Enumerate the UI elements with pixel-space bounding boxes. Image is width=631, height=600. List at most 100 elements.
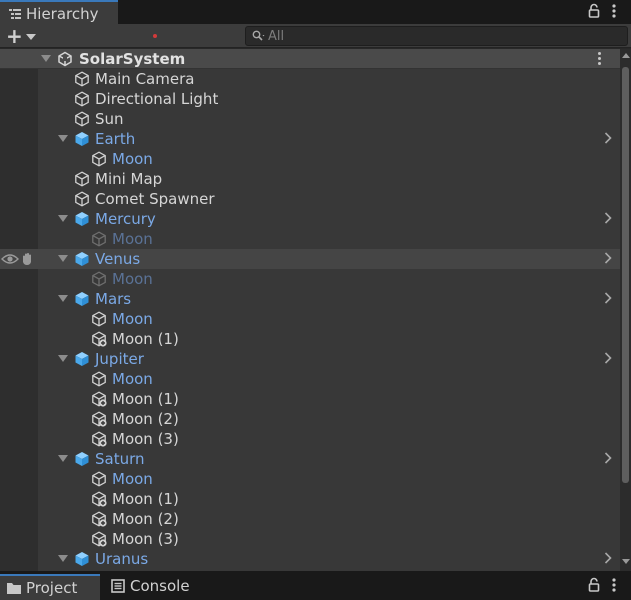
row-label: Moon <box>112 270 153 288</box>
hierarchy-row[interactable]: Moon (1) <box>0 389 620 409</box>
scroll-thumb[interactable] <box>622 67 629 483</box>
inactive-cube-icon <box>91 231 107 247</box>
tab-console-label: Console <box>130 577 190 595</box>
kebab-menu-icon[interactable] <box>611 3 617 21</box>
hierarchy-row[interactable]: Moon <box>0 149 620 169</box>
hierarchy-row[interactable]: Moon (1) <box>0 329 620 349</box>
chevron-right-icon[interactable] <box>604 131 612 149</box>
row-label: Moon (1) <box>112 490 179 508</box>
visibility-eye-icon[interactable] <box>1 252 19 266</box>
hierarchy-row[interactable]: Moon (1) <box>0 489 620 509</box>
row-label: Sun <box>95 110 124 128</box>
chevron-right-icon[interactable] <box>604 291 612 309</box>
hierarchy-toolbar: + <box>0 24 631 48</box>
hierarchy-row[interactable]: Earth <box>0 129 620 149</box>
fold-arrow-icon[interactable] <box>58 455 68 462</box>
fold-arrow-icon[interactable] <box>58 295 68 302</box>
gameobject-cube-icon <box>74 191 90 207</box>
vertical-scrollbar[interactable] <box>620 49 631 571</box>
gameobject-cube-icon <box>74 171 90 187</box>
lock-icon[interactable] <box>588 3 600 21</box>
tab-console[interactable]: Console <box>104 574 214 600</box>
hierarchy-row[interactable]: Moon <box>0 229 620 249</box>
chevron-right-icon[interactable] <box>604 351 612 369</box>
folder-icon <box>6 581 22 599</box>
row-label: Main Camera <box>95 70 195 88</box>
hierarchy-row[interactable]: Moon <box>0 469 620 489</box>
row-label: Mini Map <box>95 170 163 188</box>
pickability-hand-icon[interactable] <box>20 251 36 267</box>
scene-name: SolarSystem <box>79 50 186 68</box>
hierarchy-row[interactable]: Mars <box>0 289 620 309</box>
row-label: Moon (1) <box>112 390 179 408</box>
added-object-cube-icon <box>91 511 107 527</box>
hierarchy-row[interactable]: Moon (2) <box>0 509 620 529</box>
fold-arrow-icon[interactable] <box>41 55 51 62</box>
chevron-right-icon[interactable] <box>604 551 612 569</box>
tab-hierarchy[interactable]: Hierarchy <box>0 0 118 24</box>
hierarchy-row[interactable]: Directional Light <box>0 89 620 109</box>
row-label: Moon (3) <box>112 430 179 448</box>
row-label: Moon <box>112 370 153 388</box>
notification-dot <box>153 34 157 38</box>
added-object-cube-icon <box>91 411 107 427</box>
hierarchy-row[interactable]: Mercury <box>0 209 620 229</box>
hierarchy-row[interactable]: Saturn <box>0 449 620 469</box>
row-label: Venus <box>95 250 141 268</box>
hierarchy-row[interactable]: Venus <box>0 249 620 269</box>
hierarchy-row[interactable]: Mini Map <box>0 169 620 189</box>
bottom-kebab-menu-icon[interactable] <box>611 577 617 595</box>
chevron-right-icon[interactable] <box>604 451 612 469</box>
hierarchy-row[interactable]: Moon (3) <box>0 429 620 449</box>
added-object-cube-icon <box>91 331 107 347</box>
hierarchy-row[interactable]: Sun <box>0 109 620 129</box>
add-dropdown-button[interactable]: + <box>4 26 40 46</box>
gameobject-cube-icon <box>74 91 90 107</box>
hierarchy-row[interactable]: Moon <box>0 269 620 289</box>
row-label: Moon <box>112 230 153 248</box>
inactive-cube-icon <box>91 271 107 287</box>
search-input[interactable] <box>268 27 618 45</box>
tab-title: Hierarchy <box>26 5 99 23</box>
row-label: Mercury <box>95 210 156 228</box>
hierarchy-row[interactable]: Main Camera <box>0 69 620 89</box>
bottom-lock-icon[interactable] <box>588 577 600 595</box>
search-icon <box>252 30 266 42</box>
hierarchy-row[interactable]: Uranus <box>0 549 620 569</box>
fold-arrow-icon[interactable] <box>58 255 68 262</box>
added-object-cube-icon <box>91 491 107 507</box>
bottom-tab-bar: Project Console <box>0 571 631 600</box>
fold-arrow-icon[interactable] <box>58 555 68 562</box>
prefab-cube-icon <box>74 291 90 307</box>
chevron-right-icon[interactable] <box>604 211 612 229</box>
fold-arrow-icon[interactable] <box>58 215 68 222</box>
tab-project[interactable]: Project <box>0 574 100 600</box>
gameobject-cube-icon <box>91 371 107 387</box>
hierarchy-row[interactable]: Jupiter <box>0 349 620 369</box>
prefab-cube-icon <box>74 251 90 267</box>
row-label: Moon <box>112 150 153 168</box>
row-label: Moon <box>112 470 153 488</box>
added-object-cube-icon <box>91 531 107 547</box>
hierarchy-row[interactable]: Moon (3) <box>0 529 620 549</box>
row-label: Moon (3) <box>112 530 179 548</box>
row-label: Saturn <box>95 450 145 468</box>
hierarchy-row[interactable]: Comet Spawner <box>0 189 620 209</box>
scroll-up-arrow-icon[interactable] <box>622 53 630 58</box>
search-field[interactable] <box>245 26 628 46</box>
prefab-cube-icon <box>74 451 90 467</box>
gameobject-cube-icon <box>91 311 107 327</box>
fold-arrow-icon[interactable] <box>58 355 68 362</box>
scene-menu-icon[interactable] <box>598 52 602 66</box>
fold-arrow-icon[interactable] <box>58 135 68 142</box>
hierarchy-row[interactable]: Moon (2) <box>0 409 620 429</box>
gameobject-cube-icon <box>91 151 107 167</box>
plus-icon: + <box>6 24 23 48</box>
scene-row[interactable]: SolarSystem <box>0 49 620 69</box>
scroll-down-arrow-icon[interactable] <box>622 559 630 564</box>
hierarchy-list-icon <box>9 8 21 19</box>
hierarchy-row[interactable]: Moon <box>0 369 620 389</box>
chevron-right-icon[interactable] <box>604 251 612 269</box>
hierarchy-row[interactable]: Moon <box>0 309 620 329</box>
row-label: Mars <box>95 290 132 308</box>
